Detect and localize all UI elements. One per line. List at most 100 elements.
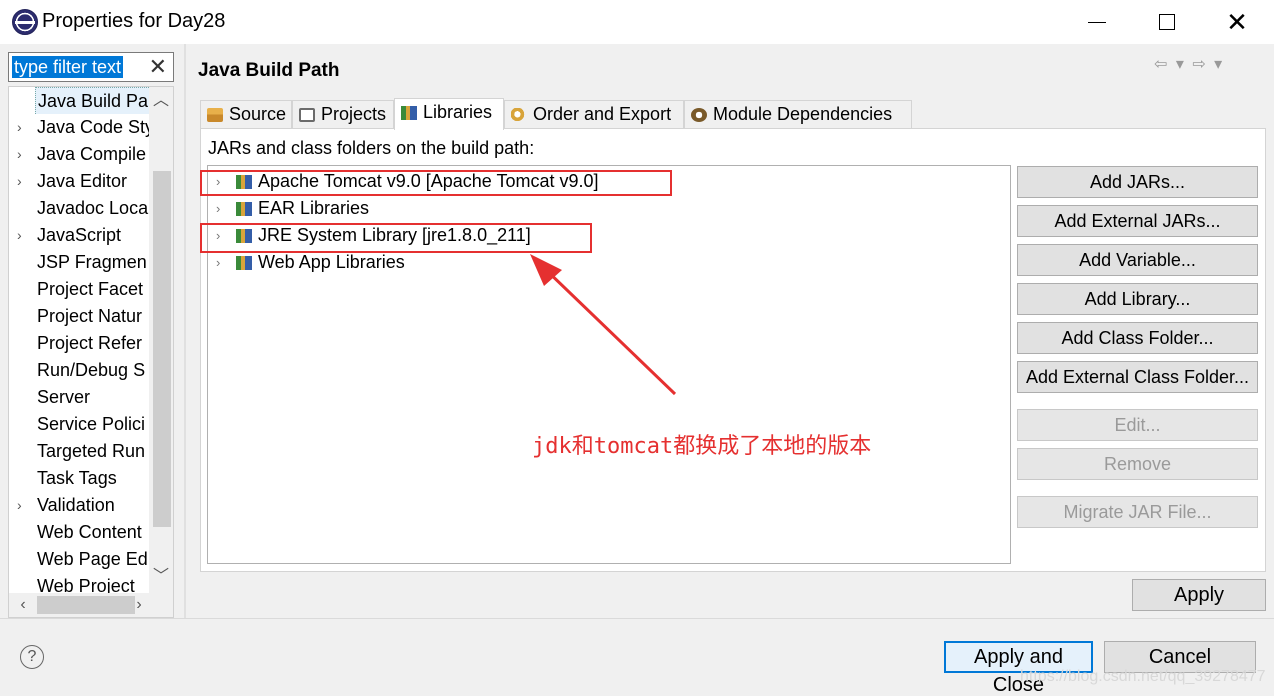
property-page-tree: Java Build Pa › Java Code Sty › Java Compile… (8, 86, 174, 618)
tree-item-label: Java Build Pa (35, 87, 149, 114)
expand-icon[interactable]: › (216, 249, 220, 276)
add-external-jars-button[interactable]: Add External JARs... (1017, 205, 1258, 237)
tree-item-label: Targeted Run (37, 441, 146, 461)
highlight-box-jre (200, 223, 592, 253)
close-window-button[interactable]: ✕ (1202, 0, 1272, 44)
chevron-right-icon[interactable]: › (17, 222, 22, 249)
minimize-button[interactable] (1062, 0, 1132, 44)
watermark: https://blog.csdn.net/qq_39278477 (1020, 668, 1266, 685)
tab-label: Projects (321, 104, 387, 124)
add-variable-button[interactable]: Add Variable... (1017, 244, 1258, 276)
window-title: Properties for Day28 (42, 10, 226, 32)
tree-item[interactable]: JSP Fragmen (9, 249, 149, 276)
tree-item-label: Run/Debug S (37, 360, 146, 380)
tree-item[interactable]: Javadoc Loca (9, 195, 149, 222)
maximize-icon (1159, 14, 1175, 30)
tree-item-label: Project Refer (37, 333, 143, 353)
chevron-right-icon[interactable]: › (17, 114, 22, 141)
help-icon[interactable]: ? (20, 645, 44, 669)
chevron-right-icon[interactable]: › (17, 168, 22, 195)
module-icon (691, 108, 707, 122)
tab-order-and-export[interactable]: Order and Export (504, 100, 684, 128)
remove-button[interactable]: Remove (1017, 448, 1258, 480)
library-icon (401, 106, 417, 120)
tab-libraries[interactable]: Libraries (394, 98, 504, 130)
tab-label: Libraries (423, 102, 493, 122)
tree-item[interactable]: › JavaScript (9, 222, 149, 249)
tree-item-label: JSP Fragmen (37, 252, 147, 272)
clear-filter-icon[interactable]: ✕ (149, 54, 167, 80)
horizontal-scroll-thumb[interactable] (37, 596, 135, 614)
tree-item-label: Validation (37, 495, 115, 515)
tree-item-label: Service Polici (37, 414, 146, 434)
tree-item[interactable]: Project Natur (9, 303, 149, 330)
maximize-button[interactable] (1132, 0, 1202, 44)
tree-item[interactable]: Web Page Ed (9, 546, 149, 573)
tree-item[interactable]: Targeted Run (9, 438, 149, 465)
add-external-class-folder-button[interactable]: Add External Class Folder... (1017, 361, 1258, 393)
migrate-jar-button[interactable]: Migrate JAR File... (1017, 496, 1258, 528)
vertical-scroll-thumb[interactable] (153, 171, 171, 527)
tree-item[interactable]: › Validation (9, 492, 149, 519)
tree-item[interactable]: Java Build Pa (9, 87, 149, 114)
tree-item[interactable]: › Java Code Sty (9, 114, 149, 141)
add-library-button[interactable]: Add Library... (1017, 283, 1258, 315)
tab-projects[interactable]: Projects (292, 100, 394, 128)
library-icon (236, 256, 252, 270)
scroll-up-icon[interactable]: ︿ (149, 89, 173, 113)
tab-source[interactable]: Source (200, 100, 292, 128)
splitter-sash[interactable] (184, 44, 186, 618)
add-jars-button[interactable]: Add JARs... (1017, 166, 1258, 198)
tree-item-label: Server (37, 387, 91, 407)
filter-input[interactable]: type filter text ✕ (8, 52, 174, 82)
highlight-box-tomcat (200, 170, 672, 196)
tree-item-label: Project Facet (37, 279, 144, 299)
scroll-left-icon[interactable]: ‹ (11, 593, 35, 617)
expand-icon[interactable]: › (216, 195, 220, 222)
minimize-icon (1088, 21, 1106, 23)
tree-item[interactable]: › Java Editor (9, 168, 149, 195)
horizontal-scrollbar[interactable]: ‹ › (9, 593, 173, 617)
library-label: Web App Libraries (258, 252, 405, 272)
tree-item[interactable]: Run/Debug S (9, 357, 149, 384)
tab-module-dependencies[interactable]: Module Dependencies (684, 100, 912, 128)
order-export-icon (511, 108, 527, 122)
add-class-folder-button[interactable]: Add Class Folder... (1017, 322, 1258, 354)
tree-item[interactable]: Server (9, 384, 149, 411)
tree-item-label: Project Natur (37, 306, 143, 326)
library-icon (236, 202, 252, 216)
tree-item-label: Java Compile (37, 144, 147, 164)
vertical-scrollbar[interactable]: ︿ ﹀ (149, 87, 173, 593)
tree-item[interactable]: Task Tags (9, 465, 149, 492)
tree-item[interactable]: Project Facet (9, 276, 149, 303)
history-nav-icons[interactable]: ⇦ ▾ ⇨ ▾ (1154, 54, 1224, 74)
tree-item-label: Java Editor (37, 171, 128, 191)
tree-item[interactable]: Web Content (9, 519, 149, 546)
filter-input-value: type filter text (12, 56, 124, 78)
annotation-arrow (530, 254, 677, 396)
tree-item-label: JavaScript (37, 225, 122, 245)
chevron-right-icon[interactable]: › (17, 492, 22, 519)
apply-button[interactable]: Apply (1132, 579, 1266, 611)
library-label: EAR Libraries (258, 198, 370, 218)
scroll-right-icon[interactable]: › (127, 593, 151, 617)
tree-item-label: Web Page Ed (37, 549, 148, 569)
build-path-tabs: Source Projects Libraries Order and Expo… (200, 98, 920, 130)
page-title: Java Build Path (198, 60, 340, 81)
title-bar: Properties for Day28 ✕ (0, 0, 1274, 44)
tree-item-label: Javadoc Loca (37, 198, 149, 218)
tree-item-label: Web Content (37, 522, 142, 542)
chevron-right-icon[interactable]: › (17, 141, 22, 168)
tree-item-label: Task Tags (37, 468, 117, 488)
scroll-down-icon[interactable]: ﹀ (149, 565, 173, 589)
source-folder-icon (207, 108, 223, 122)
tree-item-label: Java Code Sty (37, 117, 149, 137)
tab-label: Order and Export (533, 104, 672, 124)
tree-item[interactable]: Project Refer (9, 330, 149, 357)
tree-item[interactable]: › Java Compile (9, 141, 149, 168)
tab-label: Source (229, 104, 287, 124)
project-icon (299, 108, 315, 122)
edit-button[interactable]: Edit... (1017, 409, 1258, 441)
tree-item[interactable]: Service Polici (9, 411, 149, 438)
close-icon: ✕ (1226, 6, 1248, 37)
